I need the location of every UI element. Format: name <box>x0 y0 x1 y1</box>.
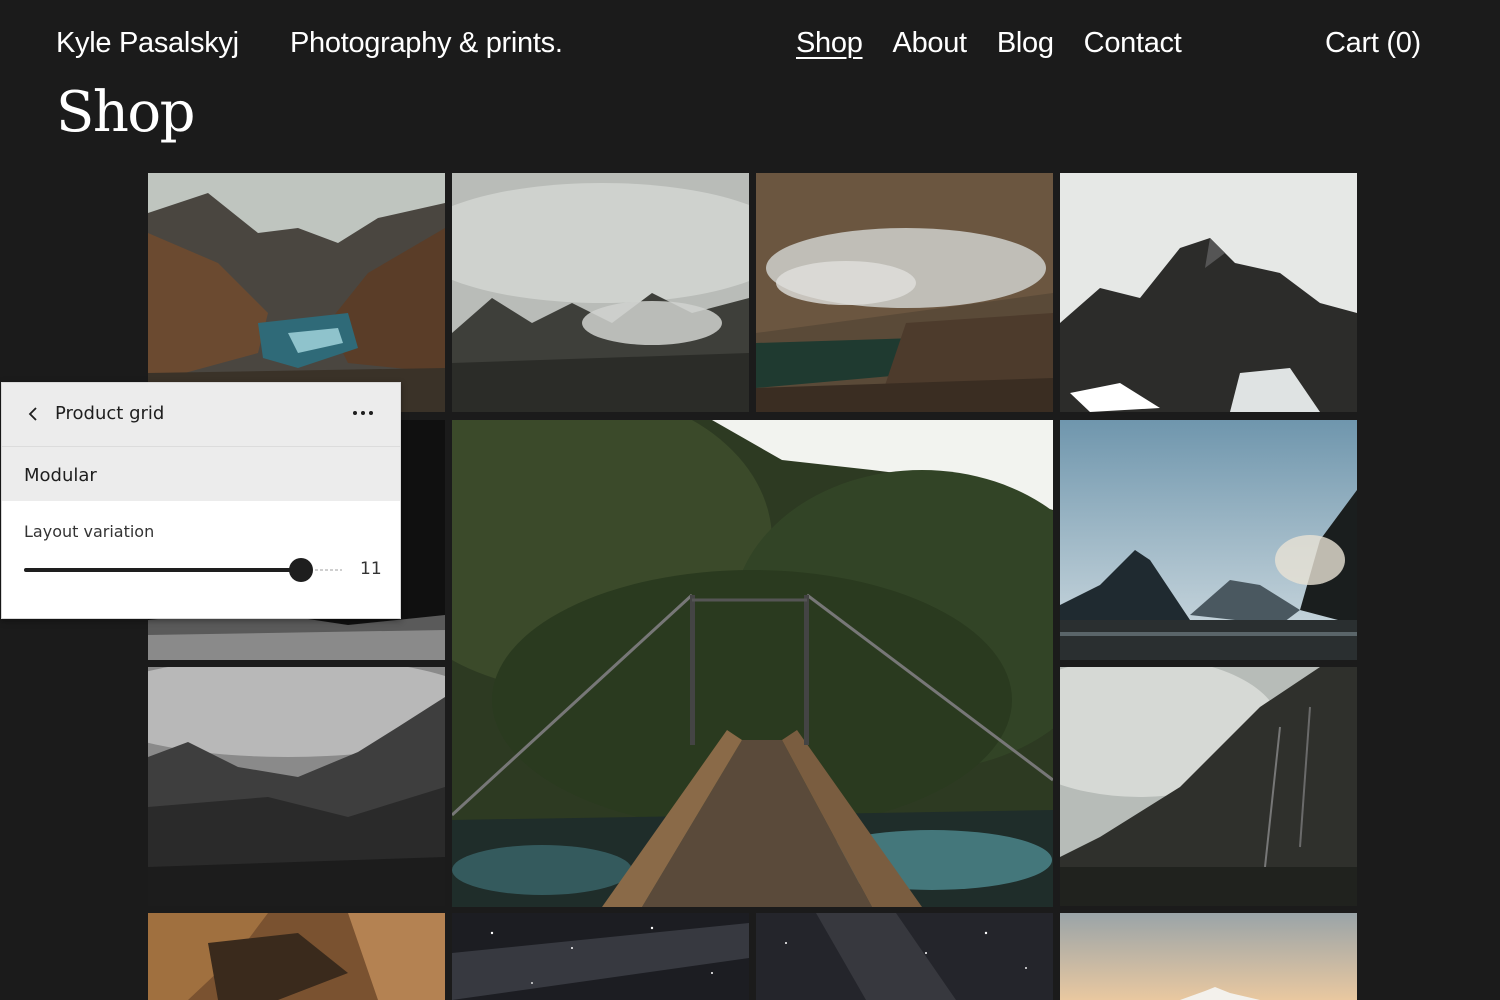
slider-thumb[interactable] <box>289 558 313 582</box>
panel-header: Product grid <box>2 383 400 447</box>
photo-milky-way-night-sky <box>452 913 749 1000</box>
main-nav: Shop About Blog Contact <box>796 27 1182 60</box>
panel-section-modular[interactable]: Modular <box>2 447 400 501</box>
photo-cliff-waterfalls-haze <box>1060 667 1357 906</box>
product-tile-bw-valley[interactable] <box>148 667 445 906</box>
cart-link[interactable]: Cart (0) <box>1325 27 1421 60</box>
nav-about[interactable]: About <box>893 27 968 60</box>
nav-shop[interactable]: Shop <box>796 27 863 60</box>
product-grid-panel: Product grid Modular Layout variation 11 <box>1 382 401 619</box>
panel-title: Product grid <box>55 403 165 424</box>
photo-mountain-lake-valley <box>148 173 445 412</box>
photo-clouds-over-alpine-lake <box>756 173 1053 412</box>
product-tile-suspension-bridge[interactable] <box>452 420 1053 907</box>
photo-peak-at-sunset <box>1060 913 1357 1000</box>
product-tile-milky-way[interactable] <box>452 913 749 1000</box>
slider-track-remaining <box>315 569 342 571</box>
nav-contact[interactable]: Contact <box>1084 27 1182 60</box>
section-label: Modular <box>24 465 97 486</box>
photo-rocky-gorge <box>148 913 445 1000</box>
photo-starry-sky-over-ridge <box>756 913 1053 1000</box>
product-tile-cliff-waterfalls[interactable] <box>1060 667 1357 906</box>
product-tile-cloudy-lake[interactable] <box>756 173 1053 412</box>
product-tile-snow-peak[interactable] <box>1060 173 1357 412</box>
photo-rocky-snow-peak <box>1060 173 1357 412</box>
site-tagline: Photography & prints. <box>290 27 563 59</box>
page-title: Shop <box>56 80 196 145</box>
photo-misty-mountain-peaks <box>452 173 749 412</box>
layout-variation-label: Layout variation <box>24 522 155 541</box>
product-tile-mountain-lake[interactable] <box>148 173 445 412</box>
panel-body: Layout variation 11 <box>2 501 400 618</box>
product-tile-fjord[interactable] <box>1060 420 1357 660</box>
chevron-left-icon[interactable] <box>24 403 44 425</box>
more-horizontal-icon[interactable] <box>348 401 378 425</box>
photo-fjord-peaks-at-dusk <box>1060 420 1357 660</box>
photo-black-and-white-misty-valley <box>148 667 445 906</box>
product-tile-starry-ridge[interactable] <box>756 913 1053 1000</box>
site-header: Kyle Pasalskyj Photography & prints. Sho… <box>0 0 1500 86</box>
product-tile-misty-peaks[interactable] <box>452 173 749 412</box>
site-brand[interactable]: Kyle Pasalskyj <box>56 27 239 60</box>
slider-fill <box>24 568 301 572</box>
photo-forest-suspension-bridge <box>452 420 1053 907</box>
product-tile-rocky-gorge[interactable] <box>148 913 445 1000</box>
layout-variation-value: 11 <box>360 559 382 579</box>
layout-variation-slider[interactable] <box>24 557 342 583</box>
nav-blog[interactable]: Blog <box>997 27 1054 60</box>
product-tile-sunset-peak[interactable] <box>1060 913 1357 1000</box>
